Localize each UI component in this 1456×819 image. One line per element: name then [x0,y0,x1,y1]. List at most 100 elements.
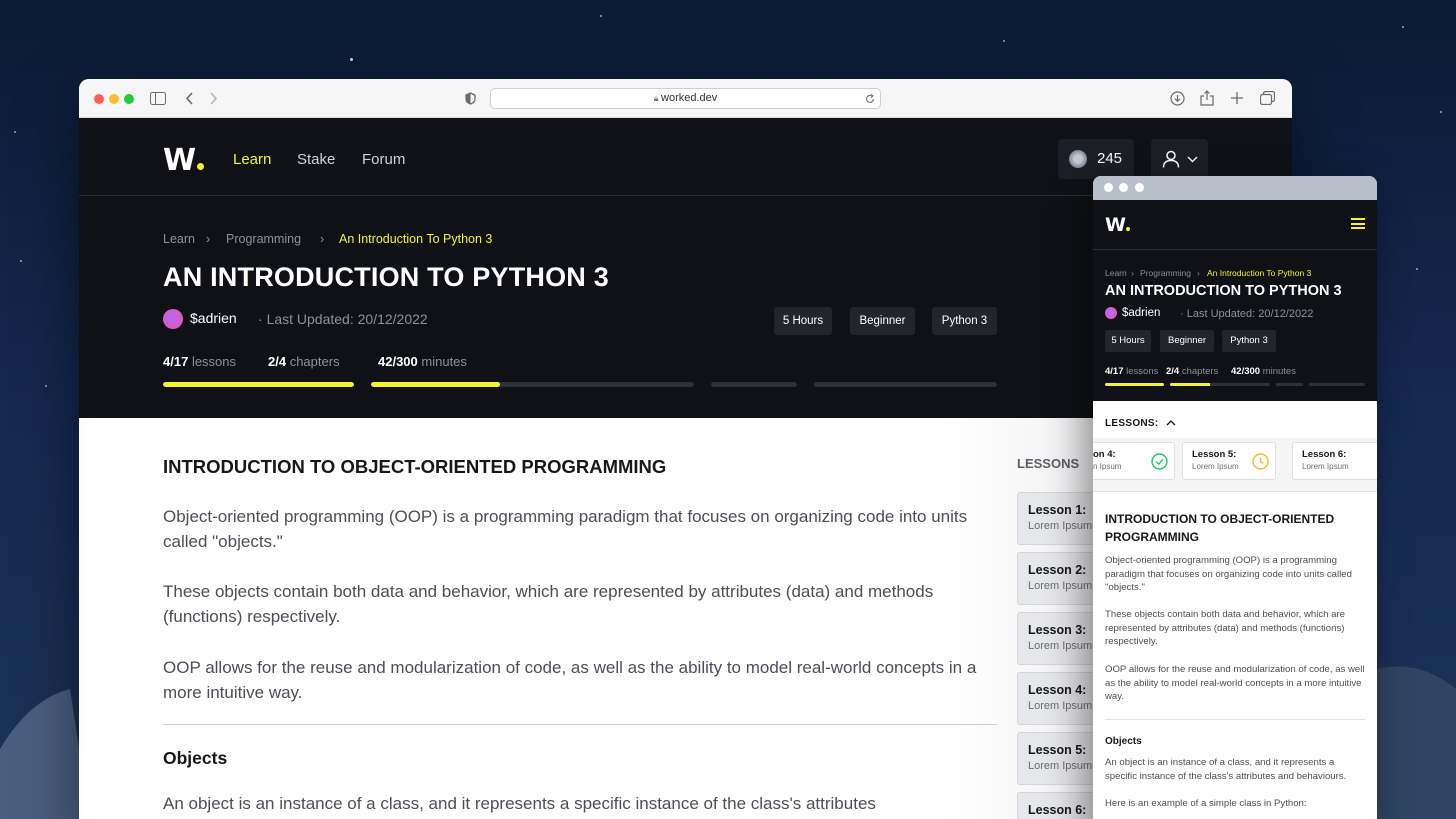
author-avatar[interactable] [163,309,183,329]
new-tab-icon[interactable] [1231,92,1243,104]
hamburger-menu-icon[interactable] [1351,218,1365,229]
tag-language: Python 3 [932,307,997,335]
minimize-window-button[interactable] [109,94,119,104]
chapter-progress-bar [1276,383,1303,386]
nav-stake[interactable]: Stake [297,151,335,168]
mobile-preview-window: W Learn › Programming › An Introduction … [1093,176,1377,819]
zoom-window-button[interactable] [124,94,134,104]
page-title: AN INTRODUCTION TO PYTHON 3 [163,262,609,292]
last-updated: · Last Updated: 20/12/2022 [1180,308,1314,320]
lessons-stat: 4/17 lessons [163,354,237,369]
nav-learn[interactable]: Learn [233,151,271,168]
breadcrumb-learn[interactable]: Learn [163,232,195,246]
breadcrumb-current: An Introduction To Python 3 [1207,268,1312,278]
logo-text: W [163,143,196,178]
completed-check-icon [1151,453,1168,470]
paragraph: These objects contain both data and beha… [163,582,934,626]
section-heading: INTRODUCTION TO OBJECT-ORIENTED PROGRAMM… [1105,512,1335,544]
breadcrumb-learn[interactable]: Learn [1105,268,1127,278]
tab-overview-icon[interactable] [1260,91,1275,105]
tag-language: Python 3 [1222,330,1276,352]
paragraph: An object is an instance of a class, and… [1105,757,1347,782]
forward-icon[interactable] [209,92,218,105]
breadcrumb-separator-icon: › [320,232,325,246]
paragraph: These objects contain both data and beha… [1105,609,1346,648]
reload-icon[interactable] [865,94,875,104]
lessons-carousel[interactable]: on 4: n Ipsum Lesson 5: Lorem Ipsum Less… [1093,438,1377,492]
zoom-window-button[interactable] [1135,183,1144,192]
coin-icon [1069,150,1087,168]
breadcrumb-programming[interactable]: Programming [226,232,301,246]
breadcrumb-separator-icon: › [1197,268,1200,278]
download-icon[interactable] [1170,91,1185,106]
chapter-progress-bar [1170,383,1270,386]
back-icon[interactable] [185,92,194,105]
divider [1105,719,1365,720]
lesson-card[interactable]: Lesson 6: Lorem Ipsum [1292,442,1377,480]
section-heading: INTRODUCTION TO OBJECT-ORIENTED PROGRAMM… [163,456,667,477]
coin-count: 245 [1097,150,1123,167]
chapters-stat: 2/4 chapters [1166,366,1219,377]
subsection-heading: Objects [1105,736,1142,747]
paragraph: Object-oriented programming (OOP) is a p… [1105,555,1352,594]
lock-icon: 🔒︎ [653,93,662,103]
chapter-progress-fill [163,382,354,387]
breadcrumb-programming[interactable]: Programming [1140,268,1191,278]
subsection-heading: Objects [163,748,228,768]
paragraph: Here is an example of a simple class in … [1105,798,1307,809]
sidebar-toggle-icon[interactable] [150,92,166,105]
minutes-stat: 42/300 minutes [378,354,467,369]
mobile-course-header: Learn › Programming › An Introduction To… [1093,250,1377,401]
last-updated: · Last Updated: 20/12/2022 [258,311,428,327]
author-name[interactable]: $adrien [190,310,237,326]
clock-icon [1252,453,1269,470]
privacy-shield-icon[interactable] [465,92,476,105]
tag-level: Beginner [850,307,915,335]
minimize-window-button[interactable] [1119,183,1128,192]
paragraph: Object-oriented programming (OOP) is a p… [163,507,968,551]
tag-duration: 5 Hours [774,307,832,335]
tag-level: Beginner [1160,330,1214,352]
breadcrumb-current: An Introduction To Python 3 [339,232,493,246]
browser-toolbar: 🔒︎ worked.dev [79,79,1292,118]
lesson-card[interactable]: Lesson 5: Lorem Ipsum [1182,442,1276,480]
coin-balance-button[interactable]: 245 [1058,139,1134,179]
site-logo[interactable]: W [163,143,205,178]
logo-dot [197,163,205,170]
close-window-button[interactable] [1104,183,1113,192]
mobile-site-header: W [1093,200,1377,250]
paragraph: OOP allows for the reuse and modularizat… [163,658,977,702]
site-logo[interactable]: W [1105,214,1130,236]
author-name[interactable]: $adrien [1122,307,1160,319]
chapter-progress-bar [371,382,694,387]
mobile-window-titlebar [1093,176,1377,200]
lesson-subtitle: Lorem Ipsum [1302,462,1349,471]
user-icon [1162,150,1180,168]
lesson-title: Lesson 6: [1302,449,1347,460]
chapter-progress-fill [1170,383,1210,386]
page-title: AN INTRODUCTION TO PYTHON 3 [1105,283,1342,299]
breadcrumb-separator-icon: › [1131,268,1134,278]
chapter-progress-bar [711,382,797,387]
minutes-stat: 42/300 minutes [1231,366,1296,377]
tag-duration: 5 Hours [1105,330,1151,352]
close-window-button[interactable] [94,94,104,104]
author-avatar[interactable] [1105,307,1117,319]
url-text: worked.dev [661,92,718,104]
chapter-progress-bar [163,382,354,387]
address-bar[interactable]: 🔒︎ worked.dev [490,88,881,109]
chevron-up-icon [1166,420,1176,426]
paragraph: An object is an instance of a class, and… [163,794,876,813]
breadcrumb-separator-icon: › [206,232,211,246]
user-menu-button[interactable] [1151,139,1208,179]
lesson-card[interactable]: on 4: n Ipsum [1093,442,1175,480]
lessons-toggle-label: LESSONS: [1105,418,1159,429]
chapter-progress-bar [1309,383,1365,386]
lessons-panel-title: LESSONS [1017,456,1080,471]
chapter-progress-fill [1105,383,1164,386]
nav-forum[interactable]: Forum [362,151,405,168]
divider [163,724,997,725]
lessons-toggle[interactable]: LESSONS: [1105,418,1176,429]
share-icon[interactable] [1200,90,1214,106]
paragraph: OOP allows for the reuse and modularizat… [1105,664,1365,703]
